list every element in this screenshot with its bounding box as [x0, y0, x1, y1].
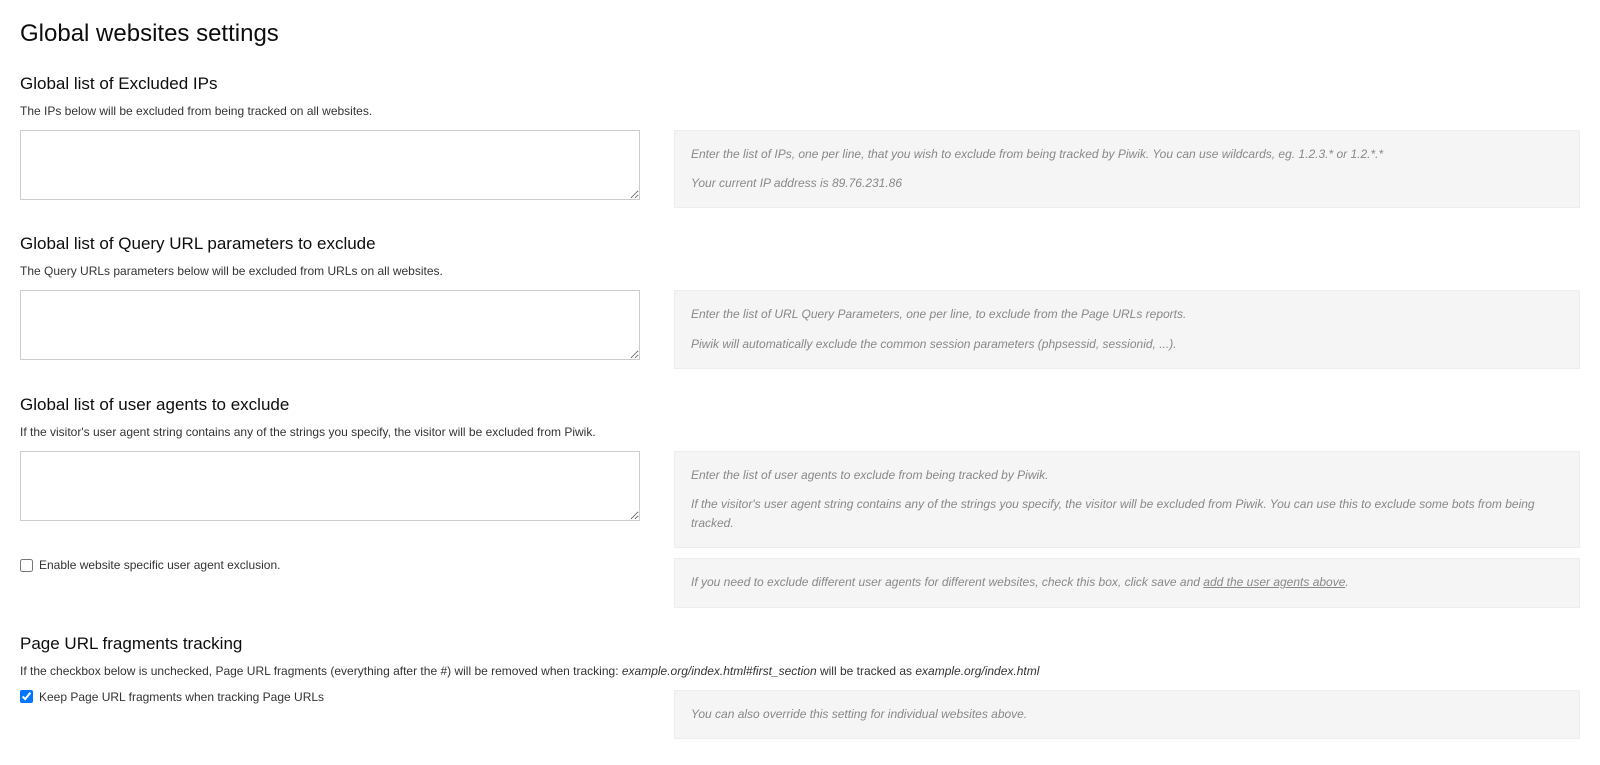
help-text: If the visitor's user agent string conta…	[691, 495, 1563, 533]
help-text: Enter the list of URL Query Parameters, …	[691, 305, 1563, 324]
excluded-agents-textarea[interactable]	[20, 451, 640, 521]
excluded-params-heading: Global list of Query URL parameters to e…	[20, 234, 1580, 254]
excluded-params-help: Enter the list of URL Query Parameters, …	[674, 290, 1580, 368]
fragments-desc: If the checkbox below is unchecked, Page…	[20, 662, 1580, 680]
keep-fragments-checkbox[interactable]	[20, 690, 33, 703]
keep-fragments-label: Keep Page URL fragments when tracking Pa…	[39, 690, 324, 704]
fragments-help: You can also override this setting for i…	[674, 690, 1580, 739]
page-title: Global websites settings	[20, 20, 1580, 48]
excluded-agents-help: Enter the list of user agents to exclude…	[674, 451, 1580, 549]
keep-fragments-checkbox-row[interactable]: Keep Page URL fragments when tracking Pa…	[20, 690, 640, 704]
excluded-params-textarea[interactable]	[20, 290, 640, 360]
excluded-ips-textarea[interactable]	[20, 130, 640, 200]
excluded-params-desc: The Query URLs parameters below will be …	[20, 262, 1580, 280]
site-specific-ua-help: If you need to exclude different user ag…	[674, 558, 1580, 607]
help-text: Enter the list of IPs, one per line, tha…	[691, 145, 1563, 164]
help-text: Your current IP address is 89.76.231.86	[691, 174, 1563, 193]
help-text: Piwik will automatically exclude the com…	[691, 335, 1563, 354]
excluded-ips-help: Enter the list of IPs, one per line, tha…	[674, 130, 1580, 208]
excluded-agents-heading: Global list of user agents to exclude	[20, 395, 1580, 415]
site-specific-ua-checkbox[interactable]	[20, 559, 33, 572]
help-text: You can also override this setting for i…	[691, 705, 1563, 724]
add-user-agents-link[interactable]: add the user agents above	[1203, 575, 1345, 589]
current-ip: 89.76.231.86	[832, 176, 902, 190]
site-specific-ua-label: Enable website specific user agent exclu…	[39, 558, 280, 572]
excluded-ips-desc: The IPs below will be excluded from bein…	[20, 102, 1580, 120]
help-text: Enter the list of user agents to exclude…	[691, 466, 1563, 485]
excluded-agents-desc: If the visitor's user agent string conta…	[20, 423, 1580, 441]
fragments-heading: Page URL fragments tracking	[20, 634, 1580, 654]
site-specific-ua-checkbox-row[interactable]: Enable website specific user agent exclu…	[20, 558, 640, 572]
help-text: If you need to exclude different user ag…	[691, 573, 1563, 592]
excluded-ips-heading: Global list of Excluded IPs	[20, 74, 1580, 94]
